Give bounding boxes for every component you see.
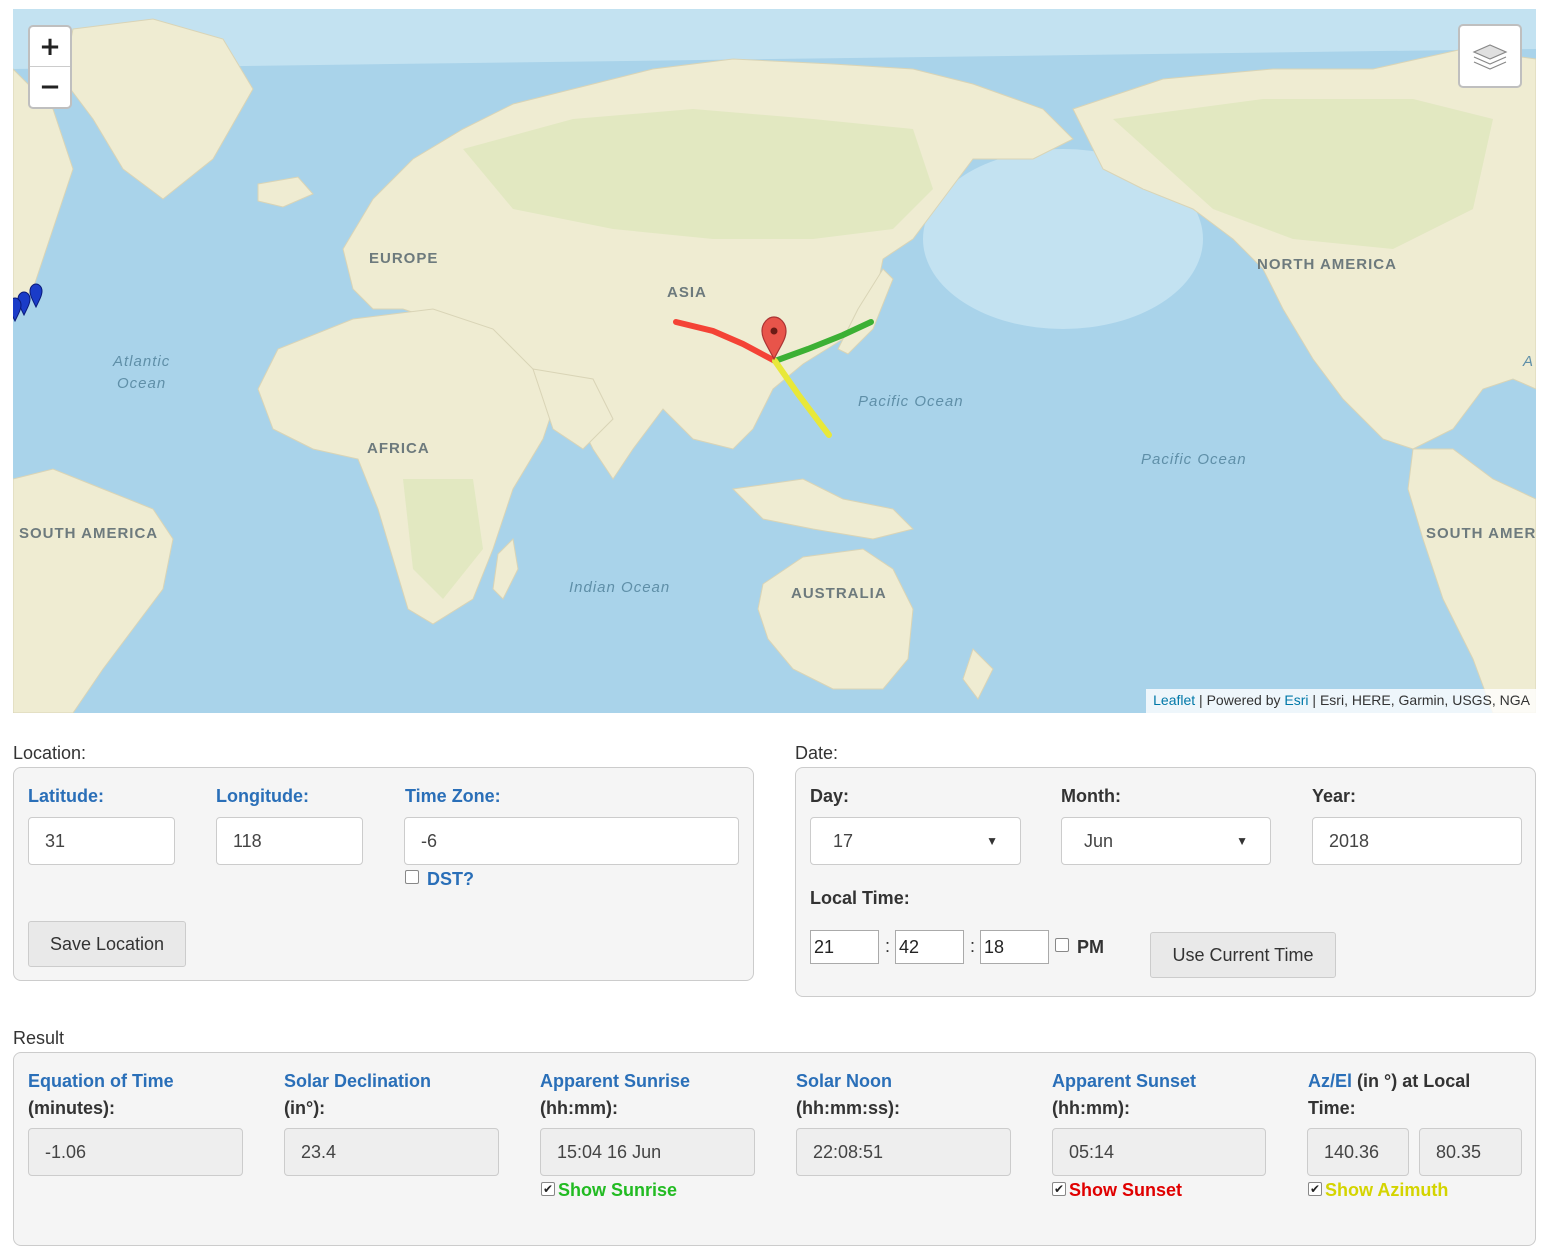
show-sunrise-checkbox[interactable]: ✔ — [541, 1182, 555, 1196]
longitude-label: Longitude: — [216, 786, 309, 806]
day-select[interactable]: 17 ▼ — [810, 817, 1021, 865]
declination-output — [284, 1128, 499, 1176]
timezone-label: Time Zone: — [405, 786, 501, 806]
day-label: Day: — [810, 786, 850, 806]
dst-label: DST? — [427, 869, 474, 889]
label-north-america: NORTH AMERICA — [1257, 256, 1397, 273]
label-asia: ASIA — [667, 284, 707, 301]
sunrise-label: Apparent Sunrise — [540, 1071, 691, 1091]
azimuth-output — [1307, 1128, 1409, 1176]
date-panel: Day: 17 ▼ Month: Jun ▼ Year: Local Time:… — [795, 767, 1536, 997]
label-europe: EUROPE — [369, 250, 439, 267]
year-label: Year: — [1312, 786, 1357, 806]
eot-unit-label: (minutes): — [28, 1098, 115, 1118]
longitude-input[interactable] — [216, 817, 363, 865]
save-location-button[interactable]: Save Location — [28, 921, 186, 967]
sunrise-output — [540, 1128, 755, 1176]
month-select-value: Jun — [1084, 830, 1114, 851]
map-attribution: Leaflet | Powered by Esri | Esri, HERE, … — [1146, 689, 1536, 713]
year-input[interactable] — [1312, 817, 1522, 865]
result-panel: Equation of Time (minutes): Solar Declin… — [13, 1052, 1536, 1246]
solar-noon-unit-label: (hh:mm:ss): — [796, 1098, 900, 1118]
second-input[interactable] — [980, 930, 1049, 964]
label-south-america-right: SOUTH AMER — [1426, 525, 1536, 542]
label-atlantic-ocean: Atlantic Ocean — [113, 353, 171, 392]
chevron-down-icon: ▼ — [1236, 834, 1248, 848]
sunrise-unit-label: (hh:mm): — [540, 1098, 618, 1118]
date-section-title: Date: — [795, 743, 839, 763]
attribution-sep: | Powered by — [1195, 692, 1285, 708]
zoom-in-button[interactable]: + — [30, 27, 70, 67]
latitude-label: Latitude: — [28, 786, 104, 806]
label-africa: AFRICA — [367, 440, 430, 457]
pm-label: PM — [1077, 937, 1104, 957]
label-indian-ocean: Indian Ocean — [569, 579, 671, 596]
location-panel: Latitude: Longitude: Time Zone: DST? Sav… — [13, 767, 754, 981]
time-colon: : — [885, 936, 891, 956]
map-view[interactable]: EUROPE ASIA AFRICA NORTH AMERICA SOUTH A… — [13, 9, 1536, 713]
dst-checkbox[interactable] — [405, 870, 419, 884]
declination-unit-label: (in°): — [284, 1098, 326, 1118]
result-section-title: Result — [13, 1028, 65, 1048]
zoom-control: + − — [28, 25, 72, 109]
azel-label: Az/El (in °) at Local — [1308, 1071, 1470, 1092]
show-azimuth-checkbox[interactable]: ✔ — [1308, 1182, 1322, 1196]
local-time-label: Local Time: — [810, 888, 910, 908]
pm-checkbox[interactable] — [1055, 938, 1069, 952]
timezone-input[interactable] — [404, 817, 739, 865]
solar-noon-label: Solar Noon — [796, 1071, 893, 1091]
map-basemap — [13, 9, 1536, 713]
layers-icon — [1472, 44, 1508, 70]
sunset-unit-label: (hh:mm): — [1052, 1098, 1130, 1118]
label-pacific-ocean-1: Pacific Ocean — [858, 393, 964, 410]
azel-label-time: Time: — [1308, 1098, 1356, 1118]
label-australia: AUSTRALIA — [791, 585, 887, 602]
month-label: Month: — [1061, 786, 1121, 806]
minute-input[interactable] — [895, 930, 964, 964]
use-current-time-button[interactable]: Use Current Time — [1150, 932, 1336, 978]
show-sunset-label: Show Sunset — [1069, 1180, 1183, 1200]
show-sunrise-label: Show Sunrise — [558, 1180, 678, 1200]
esri-link[interactable]: Esri — [1284, 692, 1308, 708]
label-pacific-ocean-2: Pacific Ocean — [1141, 451, 1247, 468]
eot-label: Equation of Time — [28, 1071, 174, 1091]
azel-label-rest: (in °) at Local — [1352, 1071, 1471, 1091]
chevron-down-icon: ▼ — [986, 834, 998, 848]
attribution-sources: | Esri, HERE, Garmin, USGS, NGA — [1308, 692, 1530, 708]
latitude-input[interactable] — [28, 817, 175, 865]
azel-label-link: Az/El — [1308, 1071, 1353, 1091]
leaflet-link[interactable]: Leaflet — [1153, 692, 1195, 708]
location-section-title: Location: — [13, 743, 87, 763]
eot-output — [28, 1128, 243, 1176]
sunset-label: Apparent Sunset — [1052, 1071, 1197, 1091]
day-select-value: 17 — [833, 830, 854, 851]
sunset-output — [1052, 1128, 1266, 1176]
label-south-america-left: SOUTH AMERICA — [19, 525, 159, 542]
elevation-output — [1419, 1128, 1522, 1176]
solar-noon-output — [796, 1128, 1011, 1176]
layers-button[interactable] — [1458, 24, 1522, 88]
zoom-out-button[interactable]: − — [30, 67, 70, 107]
declination-label: Solar Declination — [284, 1071, 432, 1091]
show-azimuth-label: Show Azimuth — [1325, 1180, 1449, 1200]
hour-input[interactable] — [810, 930, 879, 964]
show-sunset-checkbox[interactable]: ✔ — [1052, 1182, 1066, 1196]
time-colon: : — [970, 936, 976, 956]
month-select[interactable]: Jun ▼ — [1061, 817, 1271, 865]
label-atlantic-edge: A — [1523, 353, 1535, 370]
